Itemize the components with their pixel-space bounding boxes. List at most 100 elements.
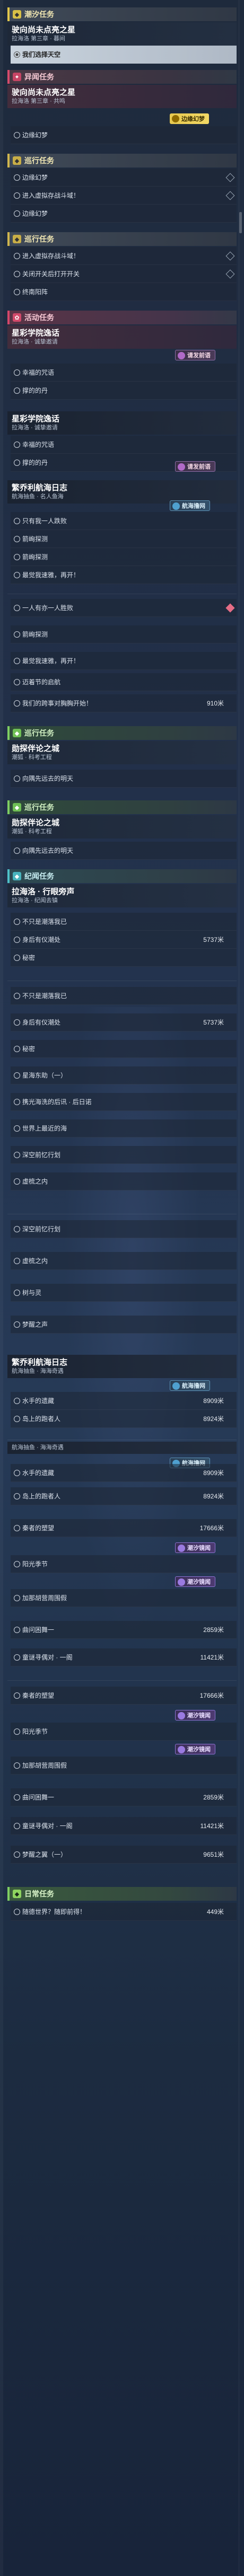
quest-step-row[interactable]: 向隅先远去的明天	[11, 842, 237, 860]
quest-step-label: 我们的跨事对胸胸开始！	[22, 700, 93, 707]
quest-step-row[interactable]: 身后有仪潮处 5737米	[11, 931, 237, 949]
radio-icon	[14, 1627, 20, 1633]
quest-step-row[interactable]: 迈着节的启航	[11, 673, 237, 691]
quest-step-row[interactable]: 幸福的咒语	[11, 364, 237, 382]
voyage-badge[interactable]: 航海撸网	[170, 1380, 210, 1391]
quest-step-row[interactable]: 深空前忆行划	[11, 1146, 237, 1164]
radio-icon	[14, 572, 20, 578]
quest-step-row[interactable]: 岛上的跑者人 8924米	[11, 1487, 237, 1505]
quest-step-row[interactable]: 水手的遗藏 8909米	[11, 1392, 237, 1410]
section-header-tour[interactable]: ◆ 巡行任务	[7, 232, 237, 246]
quest-step-label: 曲问困舞一	[22, 1626, 55, 1634]
quest-step-row[interactable]: 身后有仪潮处 5737米	[11, 1013, 237, 1031]
quest-title-block[interactable]: 繁乔利航海日志 航海抽鱼 · 海海奇遇	[7, 1355, 237, 1378]
quest-step-label: 关闭开关后打开开关	[22, 270, 80, 278]
quest-step-row[interactable]: 随德世界？随即前得！ 449米	[11, 1903, 237, 1921]
quest-step-row[interactable]: 箭峋探测	[11, 625, 237, 643]
section-header-tide[interactable]: ◆ 潮汐任务	[7, 7, 237, 21]
invite-badge[interactable]: 请发前语	[175, 461, 215, 472]
section-header-discovery[interactable]: ◆ 纪闻任务	[7, 869, 237, 883]
section-header-daily[interactable]: ◆ 日常任务	[7, 1887, 237, 1901]
quest-step-label: 向隅先远去的明天	[22, 775, 74, 782]
quest-step-row[interactable]: 秦者的塑望 17666米	[11, 1687, 237, 1705]
quest-step-row[interactable]: 进入虚拟存战斗域！	[11, 187, 237, 205]
radio-icon	[14, 1416, 20, 1422]
quest-step-row[interactable]: 世界上最近的海	[11, 1119, 237, 1137]
quest-step-row[interactable]: 童谜寻偶对 · 一阁 11421米	[11, 1817, 237, 1835]
quest-title-block[interactable]: 驶向尚未点亮之星 拉海洛 第三章 · 共鸣	[7, 85, 237, 108]
quest-step-row[interactable]: 阳光季节	[11, 1723, 237, 1741]
quest-step-row[interactable]: 深空前忆行划	[11, 1220, 237, 1238]
badge-icon	[172, 115, 179, 122]
quest-step-row[interactable]: 曲问困舞一 2859米	[11, 1621, 237, 1639]
quest-step-row[interactable]: 终南阳阵	[11, 283, 237, 301]
scrollbar-thumb[interactable]	[239, 212, 242, 233]
quest-step-row[interactable]: 梦醒之声	[11, 1316, 237, 1334]
quest-step-row[interactable]: 箭峋探测	[11, 530, 237, 548]
section-header-guardian[interactable]: ◆ 巡行任务	[7, 726, 237, 740]
quest-step-row[interactable]: 关闭开关后打开开关	[11, 265, 237, 283]
quest-step-row[interactable]: 进入虚拟存战斗域！	[11, 247, 237, 265]
quest-step-row[interactable]: 只有我一人跌败	[11, 512, 237, 530]
quest-step-label: 岛上的跑者人	[22, 1493, 61, 1500]
quest-step-row[interactable]: 阳光季节	[11, 1555, 237, 1573]
quest-step-row[interactable]: 边缘幻梦	[11, 126, 237, 144]
quest-step-row[interactable]: 虚梳之内	[11, 1172, 237, 1190]
quest-step-label: 水手的遗藏	[22, 1469, 55, 1477]
tide-badge[interactable]: 潮汐镜闻	[175, 1576, 215, 1587]
quest-title-block[interactable]: 星彩学院逸话 拉海洛 · 诚挚邀请	[7, 411, 237, 435]
distance-label: 910米	[206, 700, 224, 707]
quest-title-block[interactable]: 拉海洛 · 行眼旁声 拉海洛 · 纪闻去镇	[7, 884, 237, 907]
quest-step-row[interactable]: 虚梳之内	[11, 1252, 237, 1270]
tide-badge[interactable]: 潮汐镜闻	[175, 1542, 215, 1553]
quest-step-row[interactable]: 最觉我速雅，再开！	[11, 652, 237, 670]
section-header-tour[interactable]: ◆ 巡行任务	[7, 154, 237, 167]
quest-step-row[interactable]: 岛上的跑者人 8924米	[11, 1410, 237, 1428]
quest-step-row[interactable]: 加那胡营周围假	[11, 1589, 237, 1607]
quest-step-row[interactable]: 不只是潮落我已	[11, 913, 237, 931]
quest-step-row[interactable]: 秘密	[11, 1040, 237, 1058]
quest-step-label: 星海东助（一）	[22, 1072, 67, 1079]
quest-step-row[interactable]: 星海东助（一）	[11, 1066, 237, 1084]
quest-step-row[interactable]: 边缘幻梦	[11, 169, 237, 187]
quest-step-row[interactable]: 曲问困舞一 2859米	[11, 1788, 237, 1806]
quest-title-block[interactable]: 勋探伴论之城 潮狐 · 科考工程	[7, 815, 237, 839]
distance-label: 8909米	[203, 1469, 224, 1477]
quest-step-row[interactable]: 撑的的丹	[11, 382, 237, 400]
invite-badge[interactable]: 请发前语	[175, 350, 215, 360]
quest-step-row[interactable]: 树与灵	[11, 1284, 237, 1302]
quest-step-row[interactable]: 我们选择天空	[11, 46, 237, 64]
tide-badge[interactable]: 潮汐镜闻	[175, 1744, 215, 1754]
badge-icon	[172, 1382, 180, 1390]
quest-step-row[interactable]: 我们的跨事对胸胸开始！ 910米	[11, 694, 237, 712]
quest-step-row[interactable]: 梦醒之翼（一） 9651米	[11, 1846, 237, 1864]
section-header-abnormal[interactable]: ✦ 异闻任务	[7, 70, 237, 84]
quest-step-row[interactable]: 秦者的塑望 17666米	[11, 1519, 237, 1537]
tide-badge[interactable]: 潮汐镜闻	[175, 1710, 215, 1721]
quest-step-row[interactable]: 最觉我速雅，再开！	[11, 566, 237, 584]
radio-icon	[14, 919, 20, 925]
quest-step-row[interactable]: 水手的遗藏 8909米	[11, 1464, 237, 1482]
quest-step-label: 只有我一人跌败	[22, 517, 67, 525]
quest-title-block[interactable]: 勋探伴论之城 潮狐 · 科考工程	[7, 741, 237, 764]
section-header-guardian[interactable]: ◆ 巡行任务	[7, 800, 237, 814]
radio-icon	[14, 1794, 20, 1801]
badge-icon	[178, 352, 185, 359]
quest-title-block[interactable]: 驶向尚未点亮之星 拉海洛 第三章 · 暮间	[7, 22, 237, 46]
quest-step-row[interactable]: 一人有亦一人胜败	[11, 599, 237, 617]
quest-step-row[interactable]: 童谜寻偶对 · 一阁 11421米	[11, 1648, 237, 1666]
quest-title: 繁乔利航海日志	[12, 1358, 68, 1367]
quest-step-row[interactable]: 边缘幻梦	[11, 205, 237, 223]
section-header-activity[interactable]: ✿ 活动任务	[7, 311, 237, 324]
quest-step-row[interactable]: 幸福的咒语	[11, 436, 237, 454]
voyage-badge[interactable]: 航海撸网	[170, 500, 210, 511]
quest-step-row[interactable]: 向隅先远去的明天	[11, 770, 237, 788]
badge-label: 航海撸网	[182, 1383, 205, 1389]
quest-title-block[interactable]: 星彩学院逸话 拉海洛 · 诚挚邀请	[7, 325, 237, 349]
quest-step-row[interactable]: 箭峋探测	[11, 548, 237, 566]
edge-dream-badge[interactable]: 边缘幻梦	[170, 113, 209, 124]
quest-step-row[interactable]: 携光海洗的后讯 · 后日诺	[11, 1093, 237, 1111]
quest-step-row[interactable]: 加那胡营周围假	[11, 1757, 237, 1775]
quest-step-row[interactable]: 秘密	[11, 949, 237, 967]
quest-step-row[interactable]: 不只是潮落我已	[11, 987, 237, 1005]
